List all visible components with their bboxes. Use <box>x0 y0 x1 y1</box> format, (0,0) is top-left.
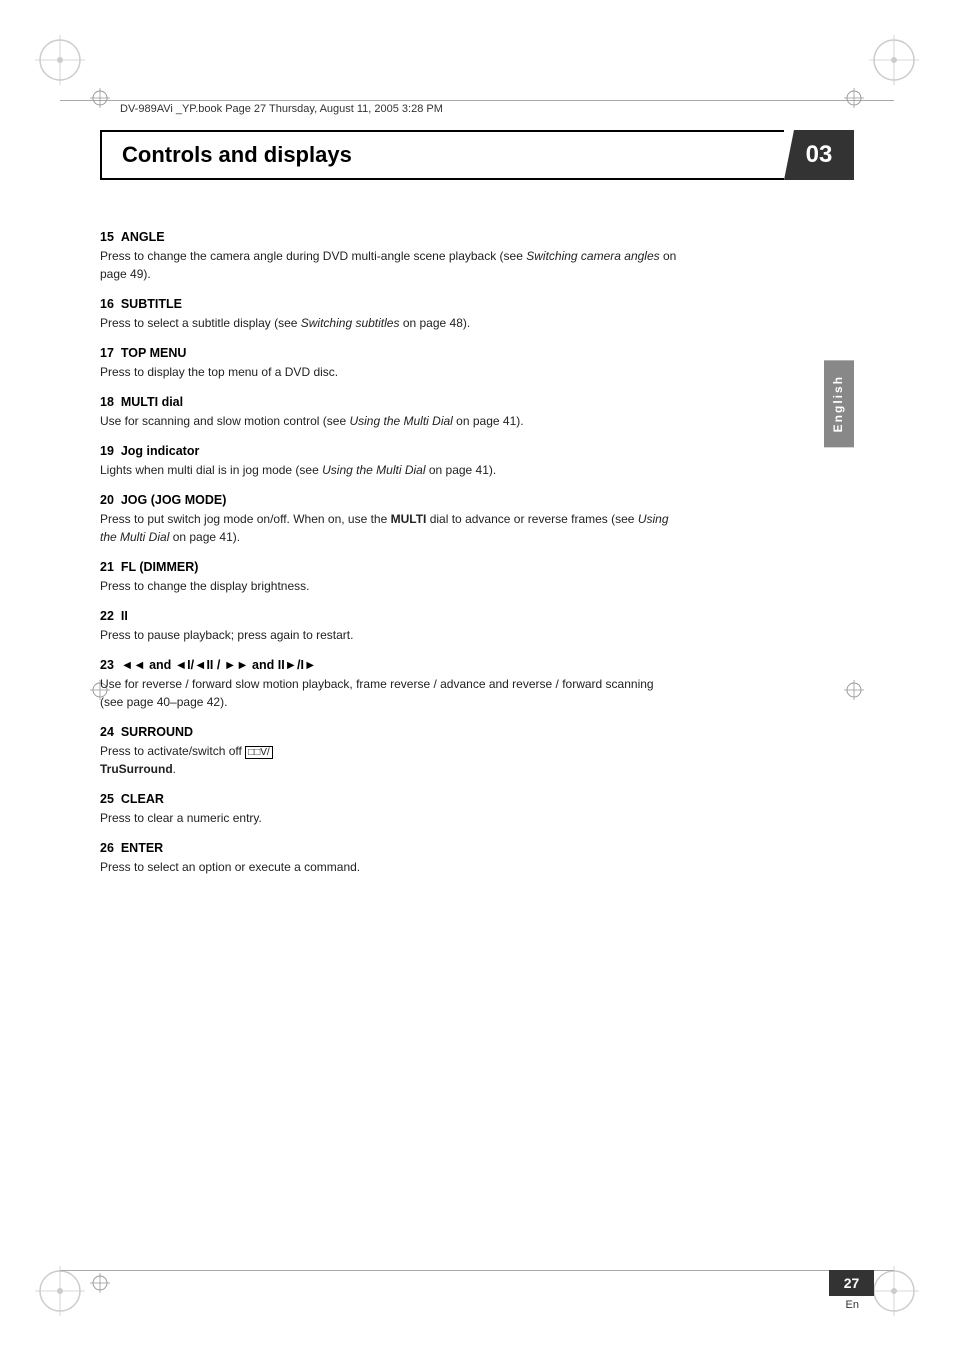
bottom-rule <box>60 1270 894 1271</box>
corner-mark-tl <box>30 30 90 90</box>
section-18: 18 MULTI dial Use for scanning and slow … <box>100 395 680 430</box>
crosshair-top-right <box>844 88 864 111</box>
section-26-body: Press to select an option or execute a c… <box>100 858 680 876</box>
top-rule <box>60 100 894 101</box>
main-content: Controls and displays 03 English 15 ANGL… <box>100 130 854 1251</box>
section-15-title: 15 ANGLE <box>100 230 680 244</box>
section-23-body: Use for reverse / forward slow motion pl… <box>100 675 680 711</box>
section-18-title: 18 MULTI dial <box>100 395 680 409</box>
section-23-title: 23 ◄◄ and ◄I/◄II / ►► and II►/I► <box>100 658 680 672</box>
section-16: 16 SUBTITLE Press to select a subtitle d… <box>100 297 680 332</box>
crosshair-bot-left <box>90 1273 110 1296</box>
file-info: DV-989AVi _YP.book Page 27 Thursday, Aug… <box>120 103 443 115</box>
chapter-number-box: 03 <box>784 130 854 180</box>
section-16-title: 16 SUBTITLE <box>100 297 680 311</box>
section-23: 23 ◄◄ and ◄I/◄II / ►► and II►/I► Use for… <box>100 658 680 711</box>
section-25-title: 25 CLEAR <box>100 792 680 806</box>
section-22-body: Press to pause playback; press again to … <box>100 626 680 644</box>
surround-symbol: □□V/ <box>245 746 273 759</box>
section-20-title: 20 JOG (JOG MODE) <box>100 493 680 507</box>
header-bar: Controls and displays 03 <box>100 130 854 180</box>
section-19: 19 Jog indicator Lights when multi dial … <box>100 444 680 479</box>
language-tab: English <box>824 360 854 447</box>
section-20: 20 JOG (JOG MODE) Press to put switch jo… <box>100 493 680 546</box>
section-17-title: 17 TOP MENU <box>100 346 680 360</box>
section-24: 24 SURROUND Press to activate/switch off… <box>100 725 680 778</box>
section-26-title: 26 ENTER <box>100 841 680 855</box>
page-label: En <box>846 1299 859 1311</box>
corner-mark-tr <box>864 30 924 90</box>
page-number-box: 27 <box>829 1270 874 1296</box>
section-20-body: Press to put switch jog mode on/off. Whe… <box>100 510 680 546</box>
header-title-box: Controls and displays <box>100 130 784 180</box>
section-25: 25 CLEAR Press to clear a numeric entry. <box>100 792 680 827</box>
chapter-number: 03 <box>806 141 833 169</box>
section-17-body: Press to display the top menu of a DVD d… <box>100 363 680 381</box>
section-17: 17 TOP MENU Press to display the top men… <box>100 346 680 381</box>
section-24-body: Press to activate/switch off □□V/TruSurr… <box>100 742 680 778</box>
section-22-title: 22 II <box>100 609 680 623</box>
section-21-title: 21 FL (DIMMER) <box>100 560 680 574</box>
section-25-body: Press to clear a numeric entry. <box>100 809 680 827</box>
sections-column: 15 ANGLE Press to change the camera angl… <box>100 200 680 876</box>
crosshair-top-left <box>90 88 110 111</box>
section-21-body: Press to change the display brightness. <box>100 577 680 595</box>
section-15-body: Press to change the camera angle during … <box>100 247 680 283</box>
section-18-body: Use for scanning and slow motion control… <box>100 412 680 430</box>
section-15: 15 ANGLE Press to change the camera angl… <box>100 230 680 283</box>
section-19-body: Lights when multi dial is in jog mode (s… <box>100 461 680 479</box>
section-22: 22 II Press to pause playback; press aga… <box>100 609 680 644</box>
section-24-title: 24 SURROUND <box>100 725 680 739</box>
section-26: 26 ENTER Press to select an option or ex… <box>100 841 680 876</box>
section-16-body: Press to select a subtitle display (see … <box>100 314 680 332</box>
section-21: 21 FL (DIMMER) Press to change the displ… <box>100 560 680 595</box>
section-19-title: 19 Jog indicator <box>100 444 680 458</box>
page-title: Controls and displays <box>122 142 352 168</box>
